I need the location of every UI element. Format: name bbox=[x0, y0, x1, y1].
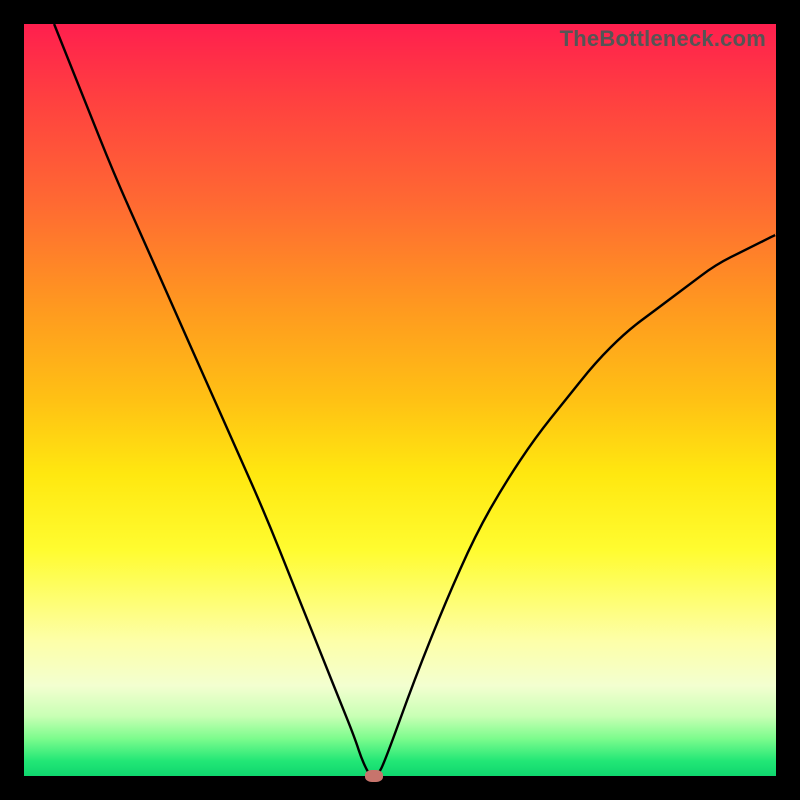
curve-path bbox=[54, 24, 776, 776]
plot-area: TheBottleneck.com bbox=[24, 24, 776, 776]
chart-frame: TheBottleneck.com bbox=[0, 0, 800, 800]
optimal-point-marker bbox=[365, 770, 383, 782]
bottleneck-curve bbox=[24, 24, 776, 776]
